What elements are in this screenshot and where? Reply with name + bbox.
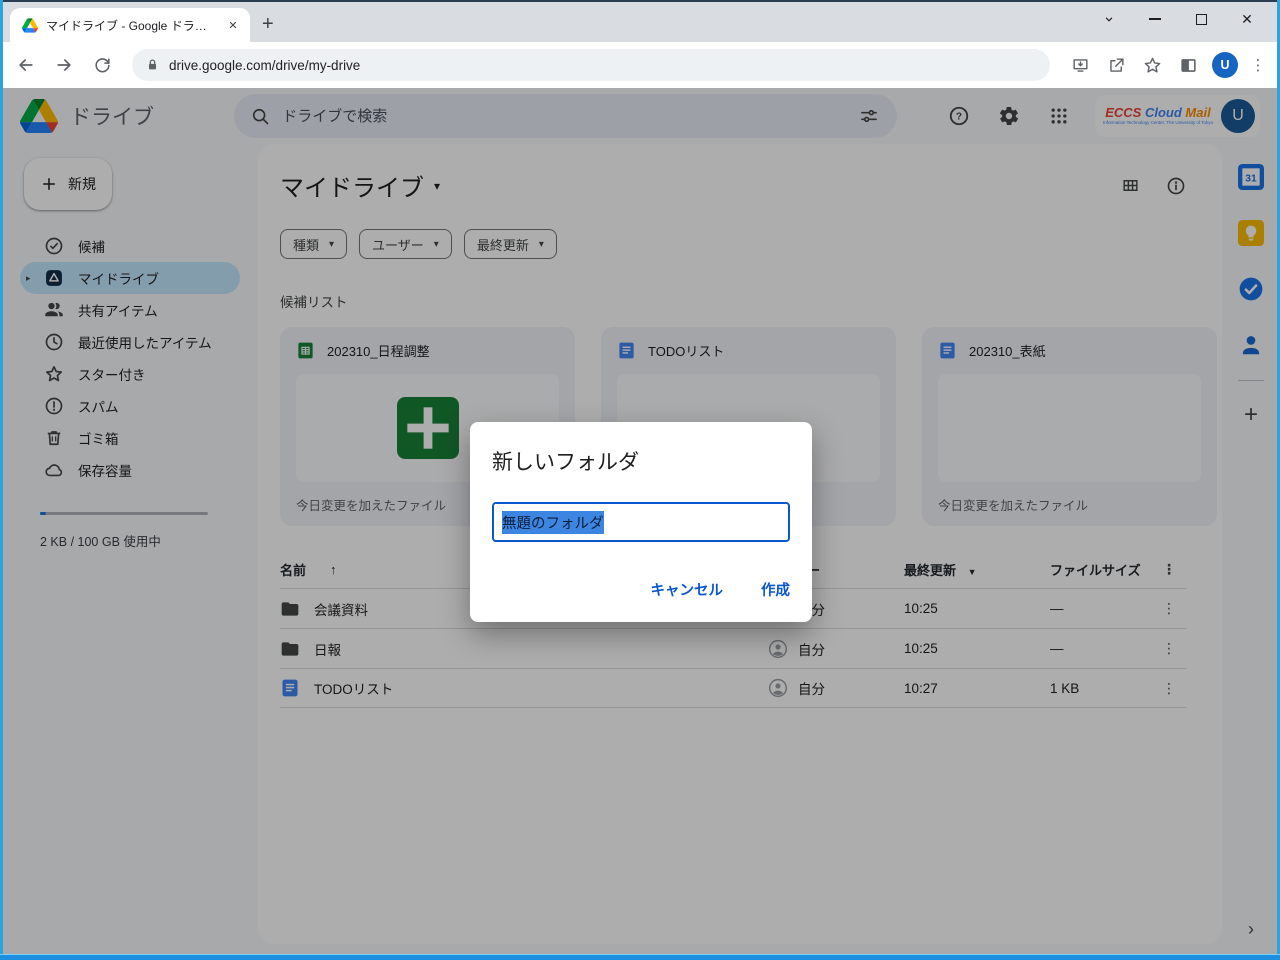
drive-app: ドライブ ? ECCS C bbox=[0, 88, 1280, 954]
tab-close-icon[interactable]: ✕ bbox=[224, 16, 242, 34]
window-close-button[interactable]: ✕ bbox=[1224, 2, 1270, 36]
bookmark-star-icon[interactable] bbox=[1136, 49, 1168, 81]
create-button[interactable]: 作成 bbox=[761, 579, 790, 600]
new-folder-dialog: 新しいフォルダ 無題のフォルダ キャンセル 作成 bbox=[470, 422, 812, 622]
side-panel-icon[interactable] bbox=[1172, 49, 1204, 81]
browser-profile-avatar[interactable]: U bbox=[1212, 52, 1238, 78]
install-app-icon[interactable] bbox=[1064, 49, 1096, 81]
window-maximize-button[interactable] bbox=[1178, 2, 1224, 36]
new-tab-button[interactable]: + bbox=[262, 14, 274, 34]
browser-toolbar: drive.google.com/drive/my-drive U ⋮ bbox=[0, 42, 1280, 88]
browser-tab[interactable]: マイドライブ - Google ドライブ ✕ bbox=[10, 8, 250, 42]
window-controls: ✕ bbox=[1086, 2, 1270, 36]
back-icon[interactable] bbox=[10, 49, 42, 81]
drive-favicon bbox=[22, 18, 38, 33]
share-icon[interactable] bbox=[1100, 49, 1132, 81]
dialog-title: 新しいフォルダ bbox=[492, 446, 790, 476]
reload-icon[interactable] bbox=[86, 49, 118, 81]
toolbar-action-icons: U ⋮ bbox=[1064, 49, 1270, 81]
browser-titlebar: マイドライブ - Google ドライブ ✕ + ✕ bbox=[0, 0, 1280, 42]
tab-title: マイドライブ - Google ドライブ bbox=[46, 17, 216, 34]
cancel-button[interactable]: キャンセル bbox=[651, 579, 724, 600]
selected-input-text: 無題のフォルダ bbox=[502, 511, 604, 534]
folder-name-input[interactable]: 無題のフォルダ bbox=[492, 502, 790, 542]
forward-icon[interactable] bbox=[48, 49, 80, 81]
lock-icon bbox=[146, 58, 159, 72]
browser-menu-icon[interactable]: ⋮ bbox=[1246, 56, 1270, 74]
window-frame-left bbox=[0, 0, 3, 960]
tab-search-chevron-icon[interactable] bbox=[1086, 2, 1132, 36]
url-text: drive.google.com/drive/my-drive bbox=[169, 58, 360, 73]
window-minimize-button[interactable] bbox=[1132, 2, 1178, 36]
window-frame-bottom bbox=[0, 954, 1280, 960]
url-bar[interactable]: drive.google.com/drive/my-drive bbox=[132, 49, 1050, 81]
window-frame-top bbox=[0, 0, 1280, 2]
